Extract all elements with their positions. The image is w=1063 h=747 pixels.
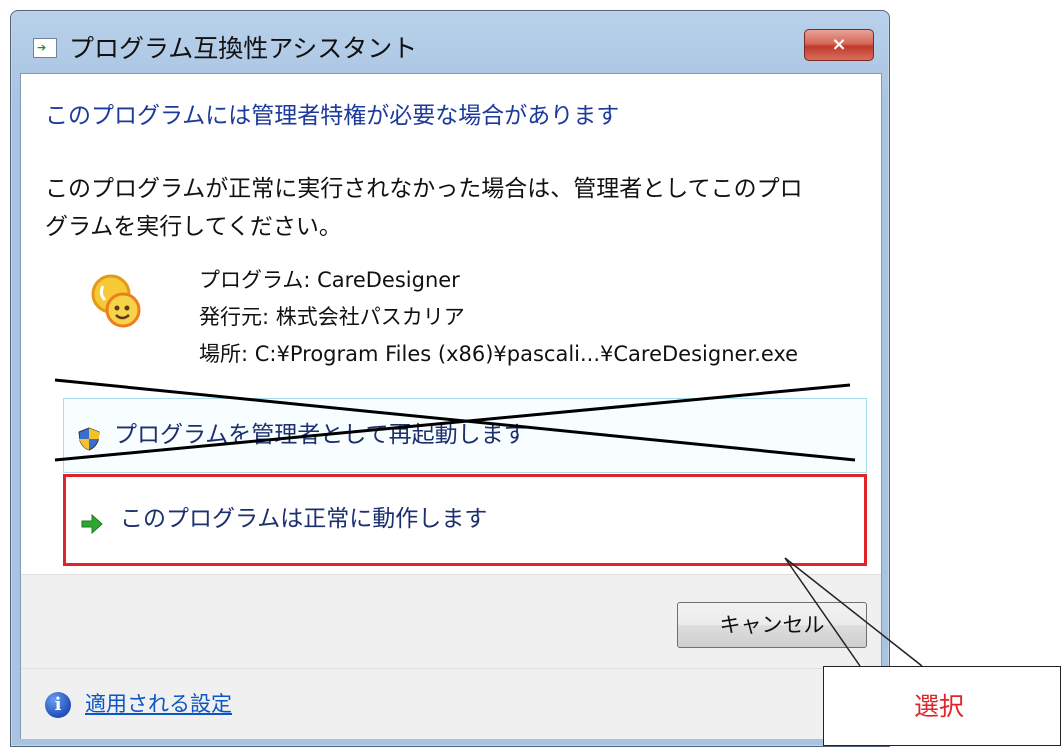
- program-location: 場所: C:¥Program Files (x86)¥pascali...¥Ca…: [199, 342, 799, 366]
- program-compatibility-dialog: ➔ プログラム互換性アシスタント × このプログラムには管理者特権が必要な場合が…: [10, 10, 890, 747]
- cancel-button[interactable]: キャンセル: [677, 602, 867, 648]
- callout-text: 選択: [914, 692, 965, 721]
- uac-shield-icon: [78, 427, 100, 451]
- body-text: このプログラムが正常に実行されなかった場合は、管理者としてこのプロ グラムを実行…: [45, 170, 865, 246]
- close-button[interactable]: ×: [804, 29, 874, 61]
- callout-box: 選択: [823, 666, 1061, 746]
- window-app-icon: ➔: [33, 38, 57, 58]
- main-instruction: このプログラムには管理者特権が必要な場合があります: [45, 103, 620, 129]
- caredesigner-app-icon: [91, 274, 141, 328]
- green-arrow-icon: [81, 513, 103, 535]
- publisher-name: 発行元: 株式会社パスカリア: [199, 305, 465, 329]
- program-info: プログラム: CareDesigner 発行元: 株式会社パスカリア 場所: C…: [199, 262, 798, 373]
- body-line: グラムを実行してください。: [45, 214, 342, 240]
- dialog-client-area: このプログラムには管理者特権が必要な場合があります このプログラムが正常に実行さ…: [20, 73, 882, 739]
- runs-correctly-label: このプログラムは正常に動作します: [120, 506, 488, 532]
- program-name: プログラム: CareDesigner: [199, 268, 460, 292]
- info-icon: i: [45, 692, 71, 718]
- footer-divider: [21, 668, 881, 669]
- window-title: プログラム互換性アシスタント: [69, 34, 418, 63]
- title-bar[interactable]: ➔ プログラム互換性アシスタント ×: [11, 11, 889, 77]
- body-line: このプログラムが正常に実行されなかった場合は、管理者としてこのプロ: [45, 176, 803, 202]
- restart-as-admin-label: プログラムを管理者として再起動します: [114, 422, 527, 448]
- runs-correctly-option[interactable]: このプログラムは正常に動作します: [63, 474, 867, 566]
- restart-as-admin-option[interactable]: プログラムを管理者として再起動します: [63, 398, 867, 473]
- applied-settings-link[interactable]: 適用される設定: [85, 688, 232, 720]
